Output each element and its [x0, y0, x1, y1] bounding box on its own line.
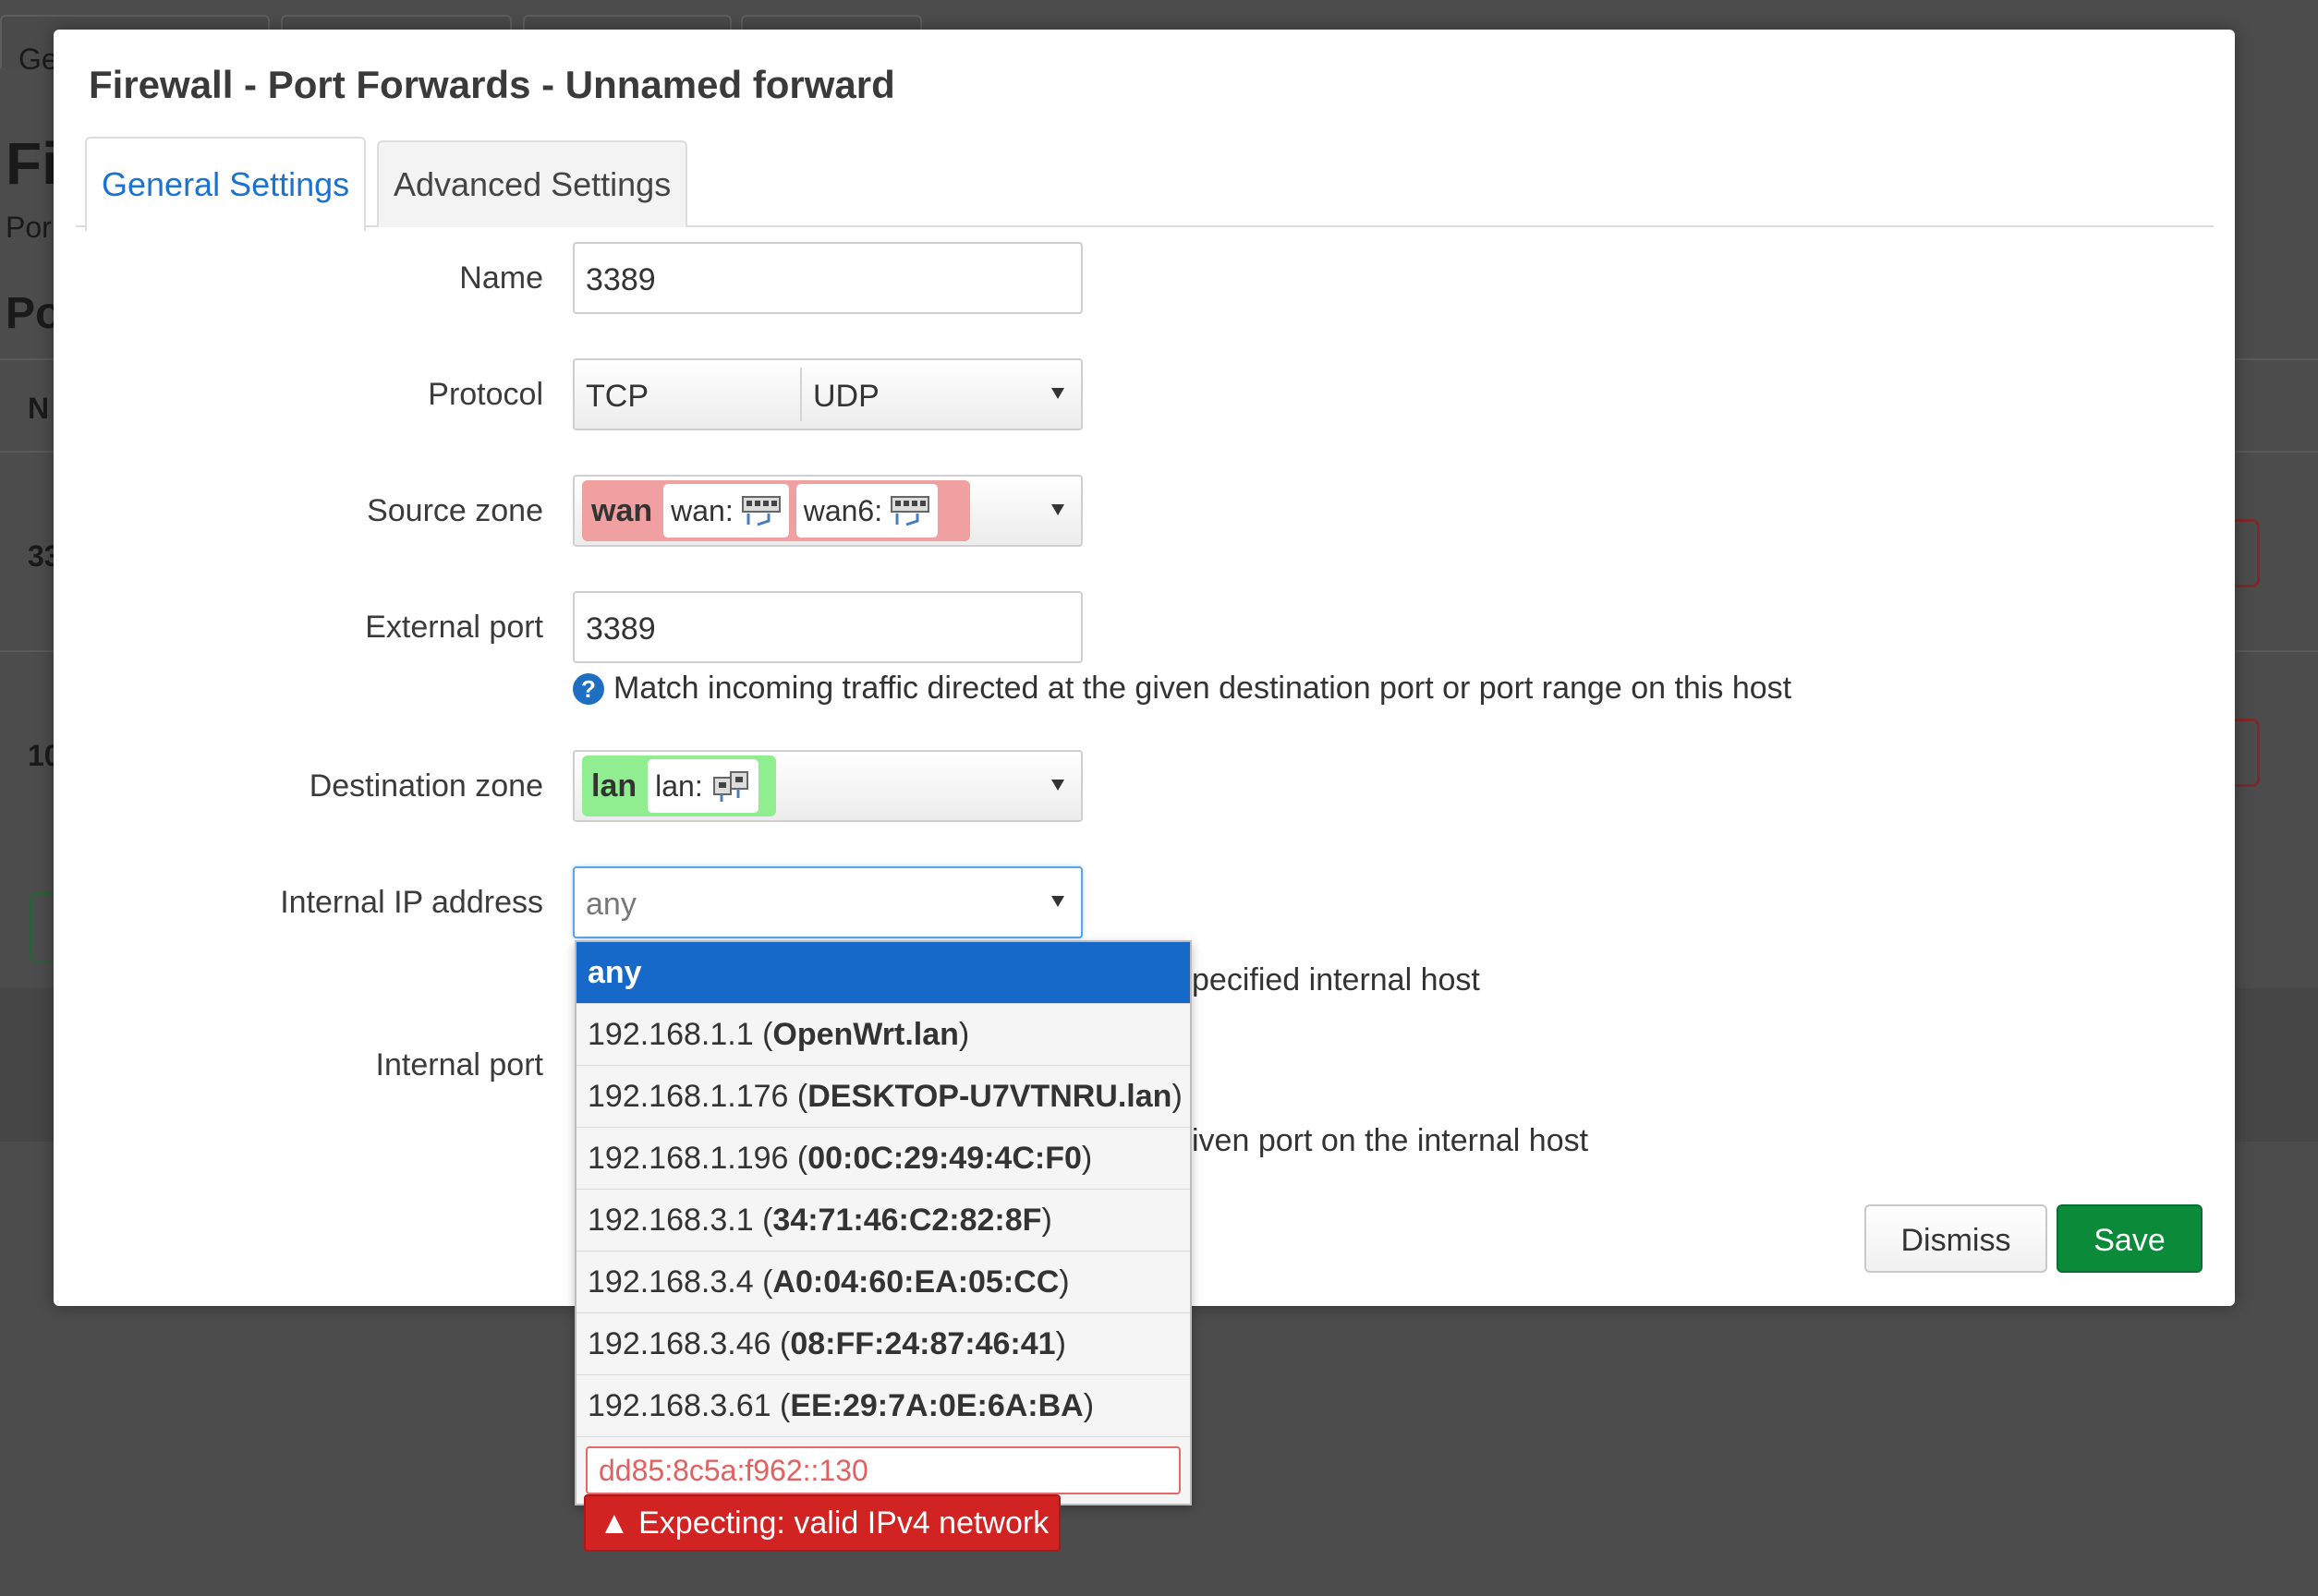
dropdown-option[interactable]: 192.168.3.61 (EE:29:7A:0E:6A:BA) — [576, 1375, 1190, 1437]
internal-ip-dropdown: any 192.168.1.1 (OpenWrt.lan) 192.168.1.… — [575, 940, 1192, 1505]
interface-name: wan: — [671, 493, 734, 527]
chevron-down-icon — [1051, 504, 1064, 515]
chevron-down-icon — [1051, 780, 1064, 791]
save-button[interactable]: Save — [2057, 1204, 2203, 1273]
protocol-select[interactable]: TCP UDP — [573, 358, 1083, 430]
dismiss-button[interactable]: Dismiss — [1864, 1204, 2047, 1273]
custom-ip-input[interactable]: dd85:8c5a:f962::130 — [586, 1446, 1181, 1494]
dropdown-option[interactable]: 192.168.1.196 (00:0C:29:49:4C:F0) — [576, 1128, 1190, 1190]
internal-ip-help-text: pecified internal host — [1192, 962, 1480, 998]
option-ip: 192.168.1.196 — [588, 1141, 789, 1176]
option-ip: any — [588, 955, 642, 990]
protocol-label: Protocol — [428, 377, 543, 412]
zone-interface: wan6: — [795, 484, 939, 538]
external-port-label: External port — [365, 610, 543, 645]
network-port-icon — [741, 496, 781, 526]
interface-name: lan: — [655, 768, 703, 803]
option-host: OpenWrt.lan — [772, 1017, 959, 1052]
interface-name: wan6: — [803, 493, 883, 527]
dropdown-option[interactable]: 192.168.3.4 (A0:04:60:EA:05:CC) — [576, 1251, 1190, 1313]
protocol-separator — [800, 368, 802, 421]
chevron-down-icon — [1051, 388, 1064, 399]
bg-tab-label: Ge — [18, 42, 58, 76]
protocol-value-udp: UDP — [813, 379, 880, 414]
protocol-value-tcp: TCP — [586, 379, 649, 414]
zone-name: lan — [591, 768, 637, 804]
external-port-value: 3389 — [586, 611, 656, 647]
option-host: 00:0C:29:49:4C:F0 — [807, 1141, 1082, 1176]
option-ip: 192.168.1.1 — [588, 1017, 754, 1052]
external-port-help-text: Match incoming traffic directed at the g… — [613, 671, 1792, 706]
internal-ip-select[interactable]: any — [573, 866, 1083, 938]
bg-page-title: Fi — [6, 130, 58, 197]
internal-ip-value: any — [586, 887, 637, 922]
zone-name: wan — [591, 492, 653, 528]
chevron-down-icon — [1051, 896, 1064, 907]
zone-interface: wan: — [663, 484, 789, 538]
validation-error-tooltip: ▲ Expecting: valid IPv4 network — [584, 1494, 1061, 1552]
option-host: 34:71:46:C2:82:8F — [772, 1203, 1042, 1238]
dropdown-option[interactable]: 192.168.3.1 (34:71:46:C2:82:8F) — [576, 1190, 1190, 1251]
name-label: Name — [459, 260, 543, 296]
dropdown-option[interactable]: 192.168.1.1 (OpenWrt.lan) — [576, 1004, 1190, 1066]
bg-table-header: N — [28, 392, 50, 425]
external-port-input[interactable]: 3389 — [573, 591, 1083, 663]
option-host: DESKTOP-U7VTNRU.lan — [807, 1079, 1172, 1114]
zone-interface: lan: — [648, 759, 759, 813]
option-host: EE:29:7A:0E:6A:BA — [790, 1388, 1084, 1423]
validation-error-text: Expecting: valid IPv4 network — [638, 1505, 1050, 1541]
option-ip: 192.168.3.61 — [588, 1388, 771, 1423]
source-zone-label: Source zone — [367, 493, 543, 528]
option-ip: 192.168.3.46 — [588, 1326, 771, 1361]
source-zone-select[interactable]: wan wan: wan6: — [573, 475, 1083, 547]
option-ip: 192.168.3.1 — [588, 1203, 754, 1238]
option-ip: 192.168.1.176 — [588, 1079, 789, 1114]
destination-zone-label: Destination zone — [309, 768, 543, 804]
internal-port-help-text: iven port on the internal host — [1192, 1123, 1589, 1158]
destination-zone-select[interactable]: lan lan: — [573, 750, 1083, 822]
internal-ip-label: Internal IP address — [280, 885, 543, 920]
option-ip: 192.168.3.4 — [588, 1264, 754, 1300]
name-value: 3389 — [586, 262, 656, 297]
dropdown-option[interactable]: 192.168.1.176 (DESKTOP-U7VTNRU.lan) — [576, 1066, 1190, 1128]
tab-advanced-settings[interactable]: Advanced Settings — [377, 140, 688, 227]
network-port-icon — [891, 496, 930, 526]
internal-port-label: Internal port — [375, 1047, 543, 1082]
option-host: 08:FF:24:87:46:41 — [790, 1326, 1056, 1361]
dropdown-option[interactable]: 192.168.3.46 (08:FF:24:87:46:41) — [576, 1313, 1190, 1375]
dropdown-option-any[interactable]: any — [576, 942, 1190, 1004]
modal-tab-bar: General Settings Advanced Settings — [76, 137, 2214, 231]
zone-badge-lan: lan lan: — [582, 756, 776, 816]
warning-icon: ▲ — [599, 1505, 630, 1541]
external-port-help: ? Match incoming traffic directed at the… — [573, 671, 1791, 707]
help-icon: ? — [573, 672, 604, 705]
name-input[interactable]: 3389 — [573, 242, 1083, 314]
network-bridge-icon — [712, 771, 748, 802]
tab-general-settings[interactable]: General Settings — [85, 137, 367, 231]
option-host: A0:04:60:EA:05:CC — [772, 1264, 1060, 1300]
zone-badge-wan: wan wan: wan6: — [582, 480, 970, 541]
modal-title: Firewall - Port Forwards - Unnamed forwa… — [89, 63, 895, 106]
bg-page-subtitle: Por — [6, 211, 52, 244]
